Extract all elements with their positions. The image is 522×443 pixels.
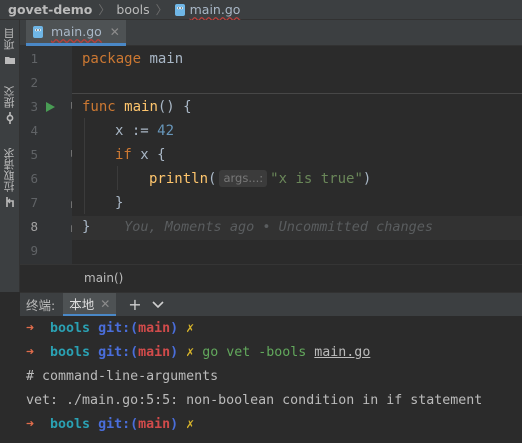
sidebar-tab-label: 拉取请求 xyxy=(3,148,16,192)
breadcrumb-project[interactable]: govet-demo xyxy=(8,2,92,17)
terminal-command: go vet -bools xyxy=(202,345,315,360)
prompt-directory: bools xyxy=(50,417,91,432)
code-text: } xyxy=(82,219,91,235)
terminal-prompt-line: ➜ bools git:(main) ✗ xyxy=(26,413,194,437)
breadcrumb-folder[interactable]: bools xyxy=(116,2,149,17)
code-text: ( xyxy=(208,171,217,187)
string-literal: "x is true" xyxy=(270,171,363,187)
code-breadcrumb-bar: main() xyxy=(20,264,522,292)
terminal-title: 终端: xyxy=(26,298,56,313)
line-number: 3 xyxy=(30,99,38,114)
terminal-output[interactable]: ➜ bools git:(main) ✗ ➜ bools git:(main) … xyxy=(20,316,522,443)
function-call: println xyxy=(149,171,209,187)
close-icon[interactable]: ✕ xyxy=(100,297,110,311)
dirty-indicator-icon: ✗ xyxy=(186,345,195,360)
line-number: 9 xyxy=(30,243,38,258)
identifier: main xyxy=(141,51,184,67)
prompt-git: git:( xyxy=(98,321,139,336)
sidebar-tab-pull-requests[interactable]: 拉取请求 xyxy=(0,148,20,208)
prompt-arrow-icon: ➜ xyxy=(26,345,35,360)
prompt-branch: main xyxy=(138,417,171,432)
code-line-1: package main xyxy=(82,47,183,71)
line-number-current: 8 xyxy=(30,219,38,234)
sidebar-tab-commit[interactable]: 提交 xyxy=(0,86,20,124)
terminal-header: 终端: 本地 ✕ + xyxy=(20,292,522,316)
editor-tab-main-go[interactable]: main.go ✕ xyxy=(26,20,126,46)
prompt-git-close: ) xyxy=(170,417,179,432)
terminal-prompt-line: ➜ bools git:(main) ✗ go vet -bools main.… xyxy=(26,341,370,365)
prompt-arrow-icon: ➜ xyxy=(26,417,35,432)
prompt-branch: main xyxy=(138,345,171,360)
breadcrumb-file-label: main.go xyxy=(189,2,241,17)
breadcrumb-separator: 〉 xyxy=(98,3,111,17)
prompt-git-close: ) xyxy=(170,345,179,360)
code-line-7: } xyxy=(115,191,123,215)
prompt-directory: bools xyxy=(50,321,91,336)
code-line-4: x := 42 xyxy=(115,119,174,143)
tool-window-strip: 项目 提交 拉取请求 xyxy=(0,20,20,292)
editor-tab-bar: main.go ✕ xyxy=(20,20,522,46)
keyword: func xyxy=(82,99,116,115)
code-line-5: if x { xyxy=(115,143,166,167)
terminal-file-link[interactable]: main.go xyxy=(314,345,370,360)
sidebar-tab-label: 提交 xyxy=(3,86,16,108)
line-number: 5 xyxy=(30,147,38,162)
code-text: () { xyxy=(157,99,192,115)
function-name: main xyxy=(124,99,158,115)
commit-icon xyxy=(6,112,14,124)
code-text: x { xyxy=(131,147,166,163)
code-line-8: } You, Moments ago • Uncommitted changes xyxy=(82,215,433,239)
run-icon[interactable] xyxy=(46,102,55,112)
terminal-output-line: vet: ./main.go:5:5: non-boolean conditio… xyxy=(26,393,483,408)
dirty-indicator-icon: ✗ xyxy=(186,417,195,432)
sidebar-tab-label: 项目 xyxy=(3,28,16,50)
indent-guide xyxy=(84,118,85,214)
code-text: x := xyxy=(115,123,158,139)
code-breadcrumb-function[interactable]: main() xyxy=(84,271,123,285)
pull-request-icon xyxy=(6,197,14,207)
prompt-arrow-icon: ➜ xyxy=(26,321,35,336)
prompt-git-close: ) xyxy=(170,321,179,336)
folder-icon xyxy=(5,57,15,64)
inline-blame-annotation: You, Moments ago • Uncommitted changes xyxy=(124,219,434,235)
sidebar-tab-project[interactable]: 项目 xyxy=(0,28,20,66)
method-separator xyxy=(72,93,522,94)
chevron-down-icon[interactable] xyxy=(152,297,164,313)
editor-gutter: 1 2 3 4 5 6 7 8 9 xyxy=(20,46,79,264)
parameter-hint: args...: xyxy=(219,170,268,187)
prompt-git: git:( xyxy=(98,417,139,432)
terminal-tab-local[interactable]: 本地 ✕ xyxy=(63,293,117,316)
indent-guide xyxy=(117,166,118,190)
prompt-git: git:( xyxy=(98,345,139,360)
line-number: 6 xyxy=(30,171,38,186)
code-text: ) xyxy=(362,171,372,187)
code-editor[interactable]: package main func main() { x := 42 if x … xyxy=(72,46,522,264)
go-file-icon xyxy=(174,3,185,16)
go-file-icon xyxy=(33,25,43,38)
code-text: } xyxy=(115,195,124,211)
breadcrumb-separator: 〉 xyxy=(155,3,168,17)
keyword: package xyxy=(82,51,142,67)
line-number: 7 xyxy=(30,195,38,210)
number-literal: 42 xyxy=(157,123,175,139)
terminal-tab-label: 本地 xyxy=(69,297,95,312)
terminal-output-line: # command-line-arguments xyxy=(26,369,219,384)
line-number: 2 xyxy=(30,75,38,90)
line-number: 4 xyxy=(30,123,38,138)
terminal-prompt-line: ➜ bools git:(main) ✗ xyxy=(26,317,194,341)
add-terminal-button[interactable]: + xyxy=(128,296,141,313)
code-line-6: println(args...: "x is true") xyxy=(149,167,371,191)
prompt-branch: main xyxy=(138,321,171,336)
keyword: if xyxy=(115,147,132,163)
code-line-3: func main() { xyxy=(82,95,192,119)
line-number: 1 xyxy=(30,51,38,66)
close-icon[interactable]: ✕ xyxy=(110,25,120,39)
editor-tab-label: main.go xyxy=(51,24,102,39)
dirty-indicator-icon: ✗ xyxy=(186,321,195,336)
navigation-breadcrumb: govet-demo 〉 bools 〉 main.go xyxy=(0,0,522,20)
prompt-directory: bools xyxy=(50,345,91,360)
breadcrumb-file[interactable]: main.go xyxy=(174,2,241,17)
